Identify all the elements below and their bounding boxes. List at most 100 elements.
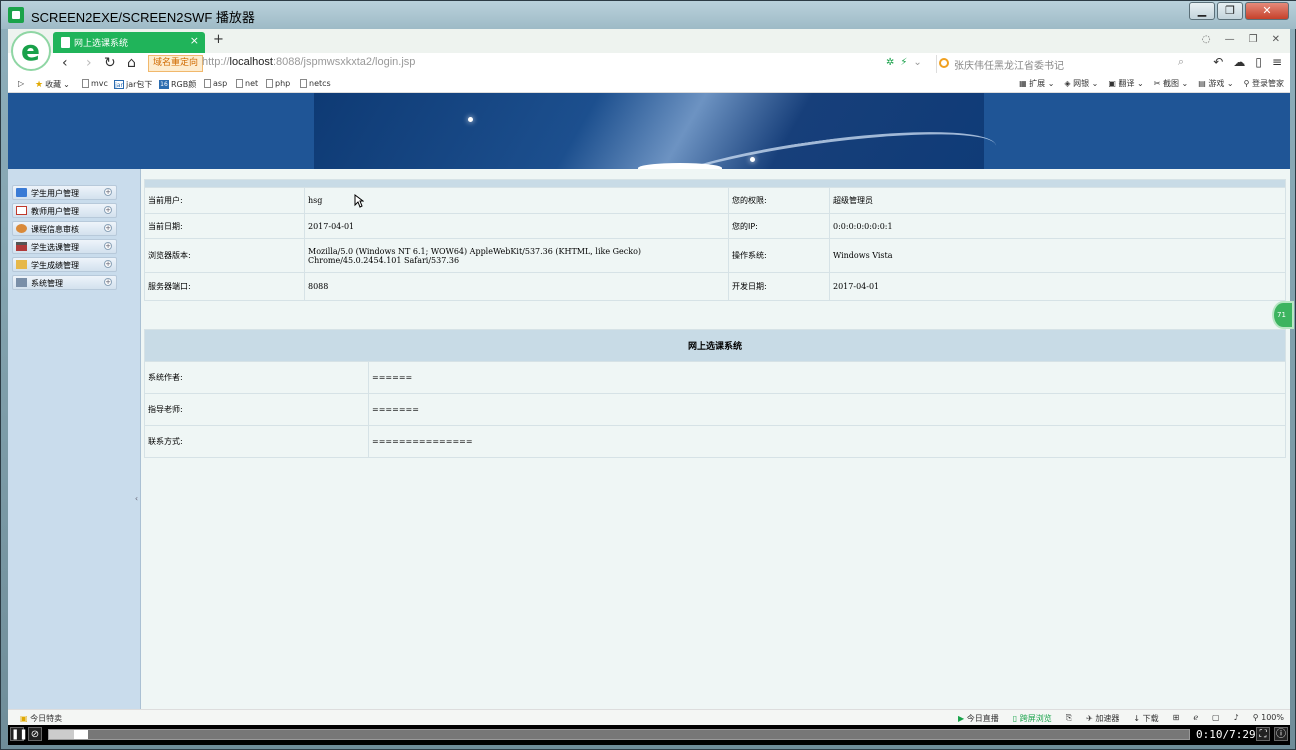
translate-button[interactable]: ▣ 翻译 ⌄	[1108, 78, 1143, 89]
reload-icon[interactable]: ↻	[104, 55, 116, 71]
ie-icon[interactable]: ℯ	[1193, 713, 1198, 724]
maximize-button[interactable]: ❐	[1217, 2, 1243, 20]
skin-icon[interactable]: ◌	[1202, 34, 1211, 45]
doc-icon	[300, 79, 307, 88]
today-deals[interactable]: ▣ 今日特卖	[20, 713, 62, 724]
monitor-icon	[16, 188, 27, 197]
pause-icon[interactable]: ❚❚	[10, 727, 28, 741]
address-action-icons: ✲ ⚡ ⌄	[886, 57, 922, 68]
player-title-bar: SCREEN2EXE/SCREEN2SWF 播放器 ▁ ❐ ✕	[1, 1, 1296, 29]
progress-thumb[interactable]	[74, 730, 89, 739]
mouse-cursor-icon	[354, 194, 364, 208]
info-icon[interactable]: ⓘ	[1274, 727, 1288, 741]
dropdown-icon[interactable]: ⌄	[913, 57, 921, 68]
sound-icon[interactable]: ♪	[1234, 713, 1239, 724]
system-icon	[16, 278, 27, 287]
home-icon[interactable]: ⌂	[127, 55, 136, 71]
forward-icon[interactable]: ›	[86, 55, 92, 71]
doc-icon	[82, 79, 89, 88]
cloud-icon[interactable]: ☁	[1233, 55, 1245, 69]
window-icon[interactable]: ▢	[1212, 713, 1220, 724]
sidebar-item-system[interactable]: 系统管理 +	[12, 275, 117, 290]
lightning-icon[interactable]: ⚡	[900, 57, 907, 68]
expand-icon[interactable]: +	[104, 242, 112, 250]
status-right: ▶ 今日直播 ▯ 跨屏浏览 ⎘ ✈ 加速器 ↓ 下载 ⊞ ℯ ▢ ♪ ⚲ 100…	[958, 713, 1284, 724]
share-icon[interactable]: ⎘	[1066, 713, 1072, 724]
redirect-badge[interactable]: 域名重定向	[148, 55, 204, 72]
url-input[interactable]: http://localhost:8088/jspmwsxkxta2/login…	[202, 56, 415, 68]
about-title: 网上选课系统	[144, 329, 1286, 362]
status-bar: ▣ 今日特卖 ▶ 今日直播 ▯ 跨屏浏览 ⎘ ✈ 加速器 ↓ 下载 ⊞ ℯ ▢ …	[8, 709, 1290, 725]
player-controls: ❚❚ ⊘ 0:10/7:29 ⛶ ⓘ	[8, 725, 1290, 745]
search-icon[interactable]: ⌕	[1178, 55, 1184, 69]
table-icon	[16, 206, 27, 215]
bookmark-netcs[interactable]: netcs	[300, 79, 331, 88]
table-row: 当前日期: 2017-04-01 您的IP: 0:0:0:0:0:0:0:1	[144, 213, 1286, 239]
sidebar-item-teacher-users[interactable]: 教师用户管理 +	[12, 203, 117, 218]
live-button[interactable]: ▶ 今日直播	[958, 713, 999, 724]
close-window-icon[interactable]: ✕	[1272, 34, 1280, 45]
minimize-icon[interactable]: —	[1225, 34, 1235, 45]
tab-bar: e 网上选课系统 × + ◌ — ❐ ✕	[8, 29, 1290, 71]
back-icon[interactable]: ‹	[62, 55, 68, 71]
table-row: 系统作者: ======	[144, 361, 1286, 394]
player-window: SCREEN2EXE/SCREEN2SWF 播放器 ▁ ❐ ✕ e 网上选课系统…	[0, 0, 1296, 750]
refresh-green-icon[interactable]: ✲	[886, 57, 894, 68]
browser-window: e 网上选课系统 × + ◌ — ❐ ✕ ‹ › ↻ ⌂ 域名重定向 http:…	[8, 29, 1294, 725]
undo-icon[interactable]: ↶	[1213, 55, 1223, 69]
zoom-control[interactable]: ⚲ 100%	[1253, 713, 1284, 724]
new-tab-button[interactable]: +	[213, 32, 224, 47]
menu-icon[interactable]: ≡	[1272, 55, 1282, 69]
table-header	[144, 179, 1286, 188]
bookmark-rgb[interactable]: 16 RGB颜	[159, 79, 196, 90]
screenshot-button[interactable]: ✂ 截图 ⌄	[1154, 78, 1189, 89]
doc-icon	[204, 79, 211, 88]
fullscreen-icon[interactable]: ⛶	[1256, 727, 1270, 741]
minimize-button[interactable]: ▁	[1189, 2, 1215, 20]
bookmark-php[interactable]: php	[266, 79, 290, 88]
tab-active[interactable]: 网上选课系统 ×	[53, 32, 205, 53]
sidebar-item-course-review[interactable]: 课程信息审核 +	[12, 221, 117, 236]
login-manager-button[interactable]: ⚲ 登录管家	[1244, 78, 1284, 89]
sidebar-item-student-users[interactable]: 学生用户管理 +	[12, 185, 117, 200]
bookmark-jar[interactable]: jar jar包下	[114, 79, 152, 90]
browser-logo-icon[interactable]: e	[11, 31, 51, 71]
accelerator-button[interactable]: ✈ 加速器	[1086, 713, 1119, 724]
layout-icon[interactable]: ⊞	[1173, 713, 1180, 724]
close-button[interactable]: ✕	[1245, 2, 1289, 20]
progress-slider[interactable]	[48, 729, 1190, 740]
page-icon	[61, 37, 70, 48]
restore-icon[interactable]: ❐	[1249, 34, 1258, 45]
search-input[interactable]: 张庆伟任黑龙江省委书记	[954, 57, 1064, 72]
expand-icon[interactable]: +	[104, 188, 112, 196]
collapse-sidebar-icon[interactable]: ‹	[132, 491, 141, 507]
bookmark-asp[interactable]: asp	[204, 79, 227, 88]
search-box[interactable]: 张庆伟任黑龙江省委书记 ⌕	[936, 55, 1186, 73]
doc-icon	[266, 79, 273, 88]
tab-close-icon[interactable]: ×	[190, 34, 199, 47]
user-info-table: 当前用户: hsg 您的权限: 超级管理员 当前日期: 2017-04-01 您…	[144, 179, 1286, 301]
sidebar-menu: 学生用户管理 + 教师用户管理 + 课程信息审核 + 学生选课管理 + 学生成绩…	[8, 169, 141, 709]
bookmark-mvc[interactable]: mvc	[82, 79, 108, 88]
table-row: 浏览器版本: Mozilla/5.0 (Windows NT 6.1; WOW6…	[144, 238, 1286, 273]
bookmark-favorites[interactable]: ★ 收藏 ⌄	[35, 79, 70, 90]
extensions-button[interactable]: ▦ 扩展 ⌄	[1019, 78, 1054, 89]
bank-button[interactable]: ◈ 网银 ⌄	[1064, 78, 1098, 89]
game-button[interactable]: ▤ 游戏 ⌄	[1198, 78, 1233, 89]
sidebar-toggle-icon[interactable]: ▷	[18, 79, 24, 88]
tab-bar-controls: ◌ — ❐ ✕	[1202, 34, 1280, 45]
cross-screen-button[interactable]: ▯ 跨屏浏览	[1013, 713, 1052, 724]
expand-icon[interactable]: +	[104, 206, 112, 214]
stop-icon[interactable]: ⊘	[28, 727, 42, 741]
sidebar-item-grades[interactable]: 学生成绩管理 +	[12, 257, 117, 272]
player-title: SCREEN2EXE/SCREEN2SWF 播放器	[31, 10, 255, 25]
expand-icon[interactable]: +	[104, 260, 112, 268]
phone-icon[interactable]: ▯	[1255, 55, 1262, 69]
floating-badge[interactable]: 71	[1272, 301, 1294, 329]
download-button[interactable]: ↓ 下载	[1133, 713, 1158, 724]
expand-icon[interactable]: +	[104, 278, 112, 286]
sidebar-item-course-selection[interactable]: 学生选课管理 +	[12, 239, 117, 254]
address-bar: ‹ › ↻ ⌂ 域名重定向 http://localhost:8088/jspm…	[8, 53, 1290, 75]
bookmark-net[interactable]: net	[236, 79, 258, 88]
expand-icon[interactable]: +	[104, 224, 112, 232]
